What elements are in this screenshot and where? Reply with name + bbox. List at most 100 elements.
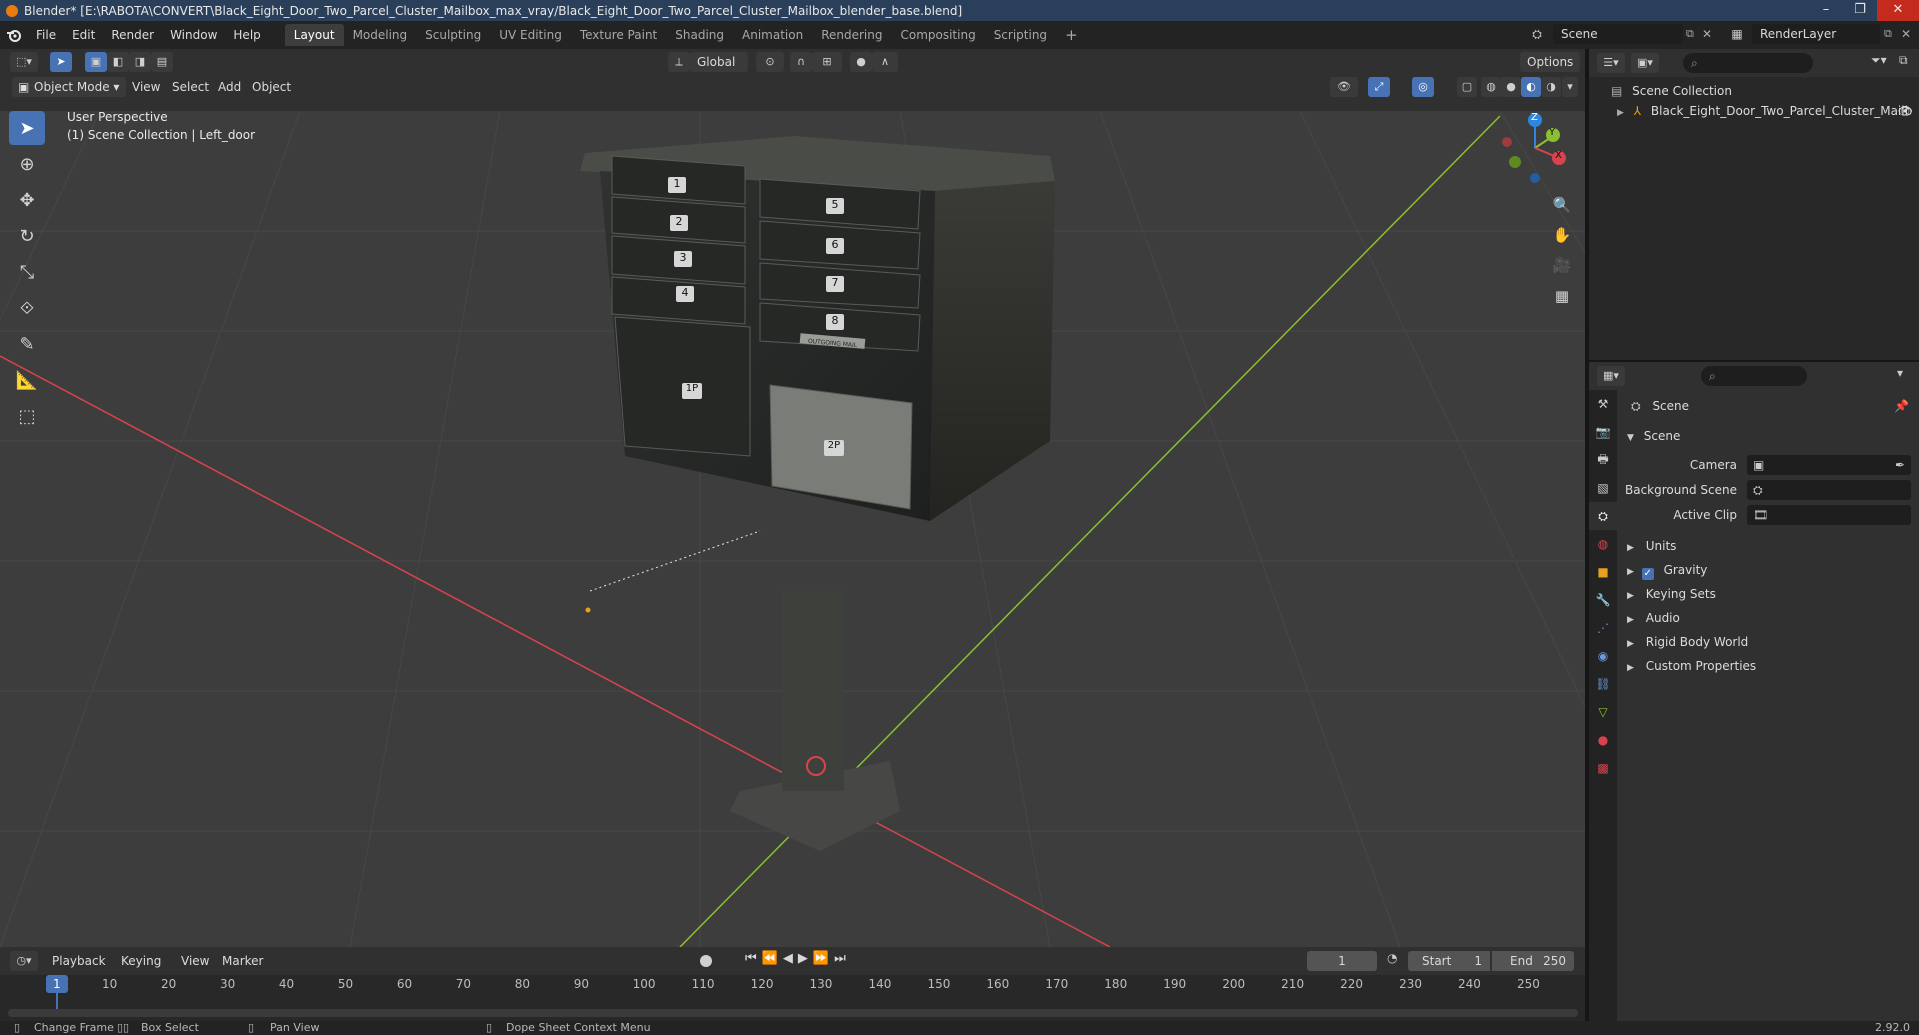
- timeline-menu-playback[interactable]: Playback: [52, 951, 106, 971]
- physics-tab-icon[interactable]: ◉: [1589, 642, 1617, 670]
- start-frame-field[interactable]: Start 1: [1408, 951, 1490, 971]
- eye-icon[interactable]: 👁: [1898, 101, 1913, 121]
- view-layer-tab-icon[interactable]: ▧: [1589, 474, 1617, 502]
- texture-tab-icon[interactable]: ▩: [1589, 754, 1617, 782]
- move-tool-icon[interactable]: ✥: [9, 183, 45, 217]
- subpanel-keying-sets[interactable]: ▶ Keying Sets: [1617, 582, 1919, 606]
- snap-icon[interactable]: ∩: [790, 52, 812, 72]
- select-mode-intersect-icon[interactable]: ▤: [151, 52, 173, 72]
- visibility-icon[interactable]: 👁: [1330, 77, 1358, 97]
- object-tab-icon[interactable]: ■: [1589, 558, 1617, 586]
- viewport-menu-object[interactable]: Object: [252, 77, 291, 97]
- properties-options-icon[interactable]: ▾: [1897, 366, 1903, 380]
- camera-field[interactable]: ▣ ✒: [1747, 455, 1911, 475]
- overlays-toggle-icon[interactable]: ◎: [1412, 77, 1434, 97]
- timeline-menu-marker[interactable]: Marker: [222, 951, 263, 971]
- mode-dropdown[interactable]: ▣ Object Mode ▾: [12, 77, 127, 97]
- constraints-tab-icon[interactable]: ⛓: [1589, 670, 1617, 698]
- subpanel-gravity[interactable]: ▶ ✓ Gravity: [1617, 558, 1919, 582]
- maximize-button[interactable]: ❐: [1843, 0, 1877, 21]
- tab-compositing[interactable]: Compositing: [891, 24, 984, 46]
- eyedropper-icon[interactable]: ✒: [1895, 453, 1905, 477]
- tab-sculpting[interactable]: Sculpting: [416, 24, 490, 46]
- timeline-editor-type-icon[interactable]: ◷▾: [10, 951, 38, 971]
- background-scene-field[interactable]: ⛭: [1747, 480, 1911, 500]
- zoom-view-icon[interactable]: 🔍: [1548, 191, 1576, 219]
- properties-search-input[interactable]: ⌕: [1701, 366, 1807, 386]
- preview-range-icon[interactable]: ◔: [1387, 951, 1397, 965]
- transform-orientation-dropdown[interactable]: Global: [690, 52, 748, 72]
- outliner-filter-icon[interactable]: ⏷▾: [1871, 53, 1887, 68]
- shading-rendered-icon[interactable]: ◑: [1541, 77, 1561, 97]
- camera-view-icon[interactable]: 🎥: [1548, 251, 1576, 279]
- pan-view-icon[interactable]: ✋: [1548, 221, 1576, 249]
- horizontal-area-splitter[interactable]: [1589, 360, 1919, 362]
- timeline-scrollbar[interactable]: [8, 1009, 1578, 1017]
- active-clip-field[interactable]: 🎞: [1747, 505, 1911, 525]
- select-tool-icon[interactable]: ➤: [50, 52, 72, 72]
- new-collection-icon[interactable]: ⧉: [1899, 53, 1908, 68]
- gravity-checkbox[interactable]: ✓: [1641, 568, 1654, 580]
- output-tab-icon[interactable]: 🖶: [1589, 446, 1617, 474]
- blender-menu-icon[interactable]: [0, 24, 28, 46]
- current-frame-field[interactable]: 1: [1307, 951, 1377, 971]
- rotate-tool-icon[interactable]: ↻: [9, 219, 45, 253]
- scene-icon[interactable]: ⛭: [1527, 24, 1547, 44]
- minimize-button[interactable]: –: [1809, 0, 1843, 21]
- material-tab-icon[interactable]: ●: [1589, 726, 1617, 754]
- tab-scripting[interactable]: Scripting: [985, 24, 1056, 46]
- shading-solid-icon[interactable]: ●: [1501, 77, 1521, 97]
- modifier-tab-icon[interactable]: 🔧: [1589, 586, 1617, 614]
- menu-help[interactable]: Help: [225, 24, 268, 46]
- xray-toggle-icon[interactable]: ▢: [1457, 77, 1477, 97]
- outliner-scene-collection[interactable]: ▤ Scene Collection: [1589, 81, 1919, 101]
- timeline-menu-view[interactable]: View: [181, 951, 209, 971]
- vertical-area-splitter[interactable]: [1585, 49, 1589, 1021]
- select-box-tool-icon[interactable]: ➤: [9, 111, 45, 145]
- tab-layout[interactable]: Layout: [284, 24, 344, 46]
- outliner-display-mode-icon[interactable]: ▣▾: [1631, 53, 1659, 73]
- 3d-viewport[interactable]: 1 2 3 4 5 6 7 8 1P 2P OUTGOING MAIL: [0, 111, 1585, 947]
- tab-uv-editing[interactable]: UV Editing: [490, 24, 571, 46]
- transform-tool-icon[interactable]: ⟐: [9, 291, 45, 325]
- scene-panel-header[interactable]: ▼ Scene: [1617, 424, 1919, 448]
- renderlayer-selector[interactable]: RenderLayer: [1752, 24, 1880, 44]
- menu-edit[interactable]: Edit: [64, 24, 103, 46]
- annotate-tool-icon[interactable]: ✎: [9, 327, 45, 361]
- tab-rendering[interactable]: Rendering: [812, 24, 891, 46]
- renderlayer-remove-icon[interactable]: ✕: [1901, 24, 1917, 44]
- proportional-edit-icon[interactable]: ●: [850, 52, 872, 72]
- viewport-menu-add[interactable]: Add: [218, 77, 241, 97]
- record-icon[interactable]: [700, 955, 712, 967]
- tool-tab-icon[interactable]: ⚒: [1589, 390, 1617, 418]
- tab-modeling[interactable]: Modeling: [344, 24, 417, 46]
- subpanel-rigid-body-world[interactable]: ▶ Rigid Body World: [1617, 630, 1919, 654]
- select-mode-new-icon[interactable]: ▣: [85, 52, 107, 72]
- menu-window[interactable]: Window: [162, 24, 225, 46]
- tab-texture-paint[interactable]: Texture Paint: [571, 24, 666, 46]
- playback-controls[interactable]: ⏮⏪◀▶⏩⏭: [745, 951, 851, 966]
- menu-file[interactable]: File: [28, 24, 64, 46]
- tab-animation[interactable]: Animation: [733, 24, 812, 46]
- renderlayer-icon[interactable]: ▦: [1727, 24, 1747, 44]
- expand-arrow-icon[interactable]: ▶: [1617, 108, 1624, 118]
- viewport-menu-select[interactable]: Select: [172, 77, 209, 97]
- pivot-point-icon[interactable]: ⊙: [756, 52, 784, 72]
- timeline-menu-keying[interactable]: Keying: [121, 951, 161, 971]
- proportional-falloff-icon[interactable]: ∧: [872, 52, 898, 72]
- particles-tab-icon[interactable]: ⋰: [1589, 614, 1617, 642]
- outliner-search-input[interactable]: ⌕: [1683, 53, 1813, 73]
- add-workspace-button[interactable]: +: [1056, 24, 1087, 46]
- measure-tool-icon[interactable]: 📐: [9, 363, 45, 397]
- scene-tab-icon[interactable]: ⛭: [1589, 502, 1617, 530]
- menu-render[interactable]: Render: [103, 24, 162, 46]
- add-cube-tool-icon[interactable]: ⬚: [9, 399, 45, 433]
- ortho-toggle-icon[interactable]: ▦: [1548, 282, 1576, 310]
- navigation-gizmo[interactable]: Z Y X: [1495, 108, 1575, 188]
- render-tab-icon[interactable]: 📷: [1589, 418, 1617, 446]
- close-button[interactable]: ✕: [1877, 0, 1919, 21]
- subpanel-units[interactable]: ▶ Units: [1617, 534, 1919, 558]
- renderlayer-copy-icon[interactable]: ⧉: [1884, 24, 1900, 44]
- shading-wireframe-icon[interactable]: ◍: [1481, 77, 1501, 97]
- editor-type-icon[interactable]: ⬚▾: [10, 52, 38, 72]
